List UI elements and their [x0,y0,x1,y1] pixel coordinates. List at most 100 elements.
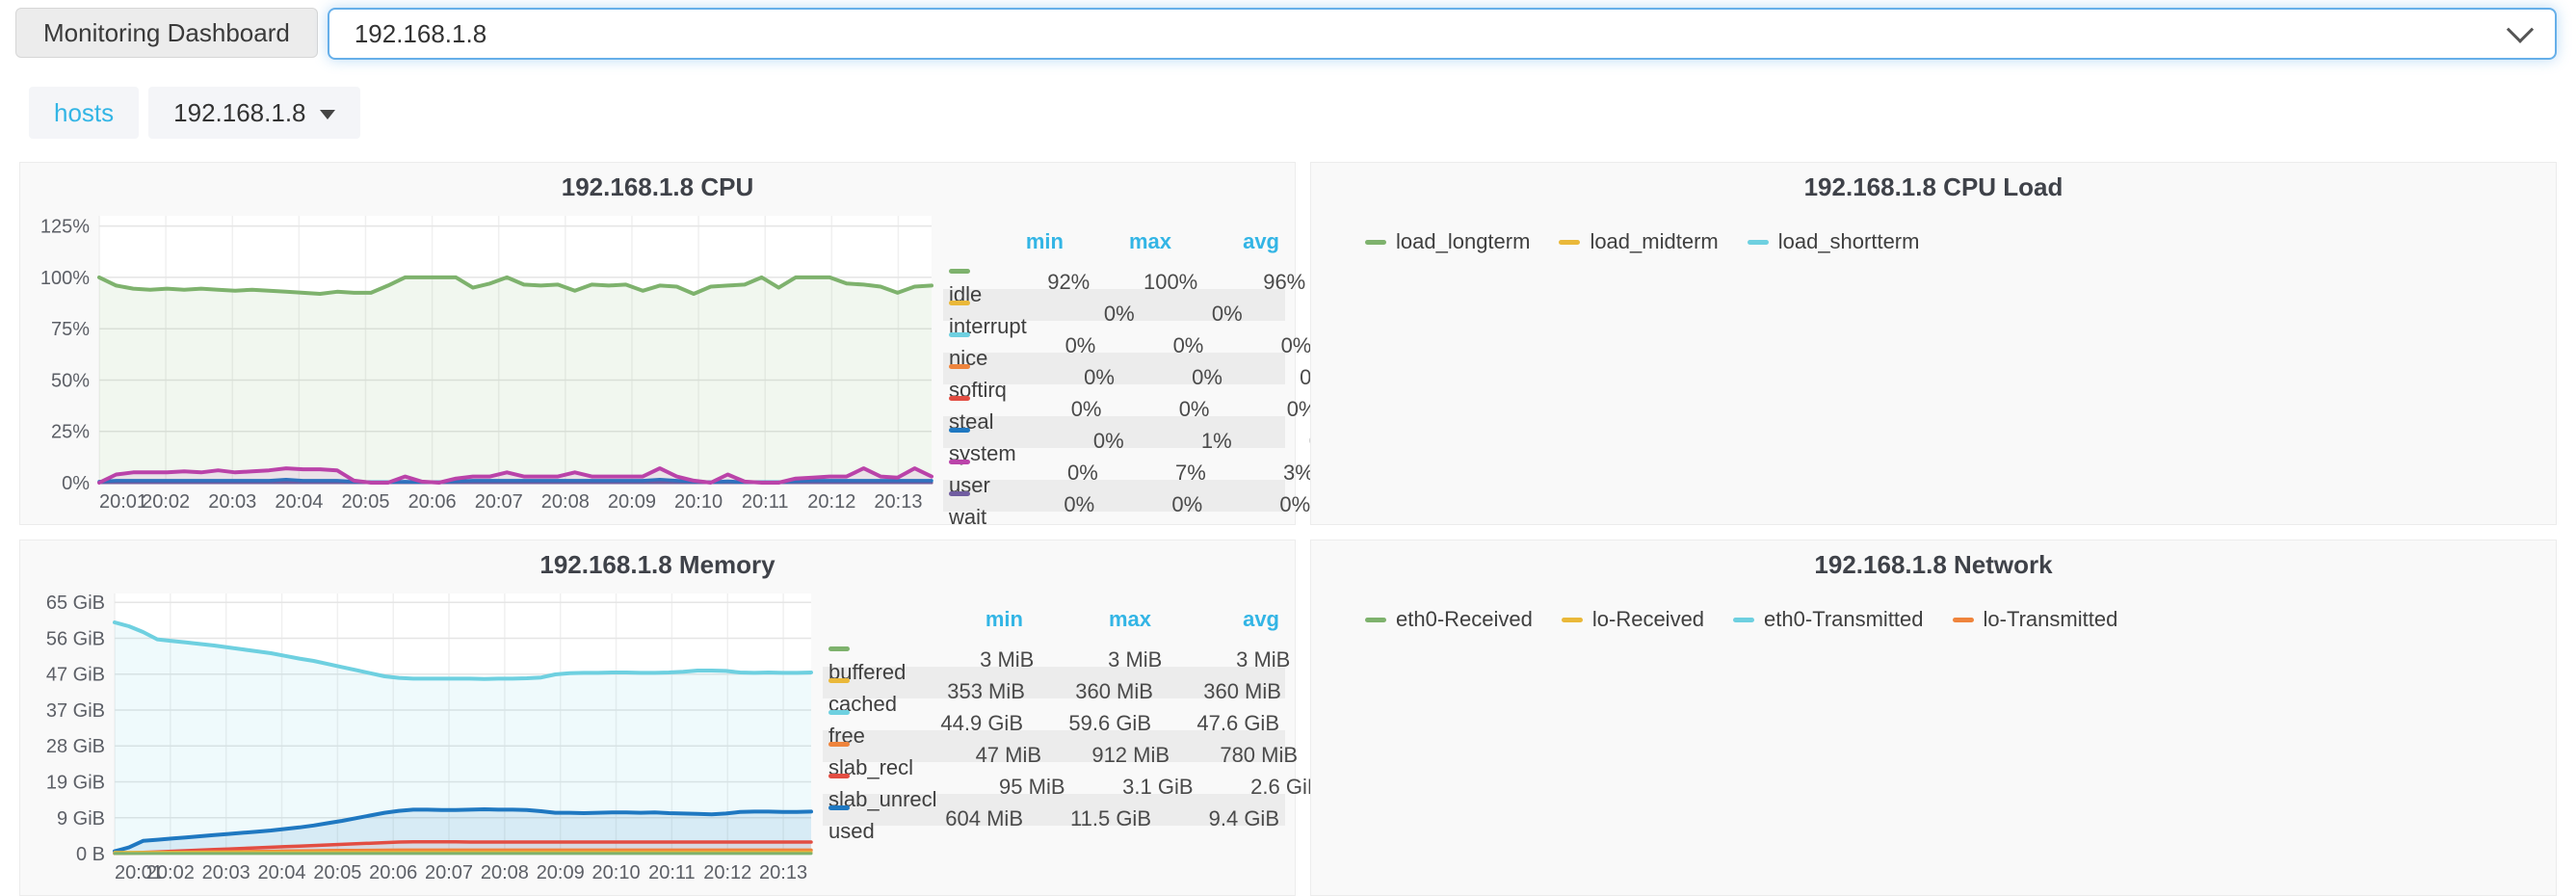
legend-col-min[interactable]: min [956,229,1064,254]
host-select-value: 192.168.1.8 [355,19,486,49]
legend-value-min: 3 MiB [906,647,1034,672]
y-tick-label: 0 B [76,844,105,865]
legend-row-idle[interactable]: idle92%100%96% [943,257,1285,289]
legend-value-max: 100% [1090,270,1197,295]
x-tick-label: 20:07 [425,862,473,883]
host-variable-value: 192.168.1.8 [173,98,305,128]
panel-memory: 192.168.1.8 Memory 20:0120:0220:0320:042… [19,540,1296,896]
x-tick-label: 20:04 [275,491,323,513]
series-color-icon [1365,240,1386,245]
hosts-link[interactable]: hosts [29,87,139,139]
cpu-legend: minmaxavgidle92%100%96%interrupt0%0%0%ni… [943,225,1285,512]
y-tick-label: 75% [51,319,90,340]
legend-item-eth0-Transmitted[interactable]: eth0-Transmitted [1733,607,1923,632]
x-tick-label: 20:09 [537,862,585,883]
x-tick-label: 20:13 [874,491,922,513]
legend-item-lo-Transmitted[interactable]: lo-Transmitted [1953,607,2118,632]
x-tick-label: 20:06 [408,491,457,513]
legend-value-min: 353 MiB [897,679,1025,704]
series-name: eth0-Received [1396,607,1533,632]
legend-value-min: 0% [1016,429,1124,454]
legend-value-max: 7% [1098,461,1206,486]
legend-value-min: 0% [986,492,1094,517]
series-color-icon [828,774,850,778]
legend-value-max: 0% [1095,333,1203,358]
host-variable-dropdown[interactable]: 192.168.1.8 [148,87,359,139]
legend-value-avg: 0% [1209,397,1317,422]
series-name: wait [949,505,986,529]
cpu-load-chart[interactable]: 20:0120:0220:0320:0420:0520:0620:0720:08… [1321,202,2546,220]
series-color-icon [949,396,970,401]
x-tick-label: 20:11 [648,862,696,883]
series-name: lo-Received [1592,607,1704,632]
app-title: Monitoring Dashboard [15,8,318,58]
y-tick-label: 65 GiB [46,593,105,614]
legend-value-max: 360 MiB [1025,679,1153,704]
legend-value-avg: 3% [1206,461,1314,486]
series-color-icon [949,332,970,337]
legend-row-buffered[interactable]: buffered3 MiB3 MiB3 MiB [823,635,1285,667]
panel-cpu-title[interactable]: 192.168.1.8 CPU [30,172,1285,202]
legend-col-max[interactable]: max [1064,229,1171,254]
legend-value-max: 11.5 GiB [1023,806,1151,831]
legend-value-min: 44.9 GiB [895,711,1023,736]
caret-down-icon [320,110,335,119]
series-color-icon [828,805,850,810]
series-color-icon [828,678,850,683]
x-tick-label: 20:10 [592,862,641,883]
legend-col-avg[interactable]: avg [1151,607,1279,632]
legend-value-max: 0% [1135,302,1243,327]
series-name: eth0-Transmitted [1764,607,1923,632]
panel-cpu-load-title[interactable]: 192.168.1.8 CPU Load [1321,172,2546,202]
memory-chart[interactable]: 20:0120:0220:0320:0420:0520:0620:0720:08… [30,580,823,886]
legend-item-load_shortterm[interactable]: load_shortterm [1748,229,1920,254]
cpu-chart[interactable]: 20:0120:0220:0320:0420:0520:0620:0720:08… [30,202,943,515]
y-tick-label: 50% [51,370,90,391]
legend-value-avg: 0% [1203,333,1311,358]
legend-col-max[interactable]: max [1023,607,1151,632]
series-color-icon [1365,618,1386,622]
legend-value-min: 604 MiB [895,806,1023,831]
x-tick-label: 20:09 [608,491,656,513]
legend-header: minmaxavg [943,225,1285,257]
x-tick-label: 20:06 [369,862,417,883]
y-tick-label: 9 GiB [57,808,105,830]
x-tick-label: 20:03 [208,491,256,513]
legend-value-avg: 9.4 GiB [1151,806,1279,831]
series-name: used [828,819,875,843]
legend-item-load_longterm[interactable]: load_longterm [1365,229,1530,254]
chevron-down-icon [2507,16,2534,43]
panel-memory-title[interactable]: 192.168.1.8 Memory [30,550,1285,580]
panel-network-title[interactable]: 192.168.1.8 Network [1321,550,2546,580]
y-tick-label: 25% [51,422,90,443]
panel-network: 192.168.1.8 Network 20:0120:0220:0320:04… [1310,540,2557,896]
legend-value-min: 95 MiB [937,775,1065,800]
series-color-icon [1559,240,1580,245]
legend-value-max: 3.1 GiB [1065,775,1194,800]
legend-item-load_midterm[interactable]: load_midterm [1559,229,1718,254]
legend-value-max: 912 MiB [1041,743,1170,768]
x-tick-label: 20:05 [341,491,389,513]
series-name: lo-Transmitted [1984,607,2118,632]
legend-col-avg[interactable]: avg [1171,229,1279,254]
x-tick-label: 20:12 [703,862,751,883]
host-select[interactable]: 192.168.1.8 [328,8,2557,60]
panel-cpu: 192.168.1.8 CPU 20:0120:0220:0320:0420:0… [19,162,1296,525]
legend-value-min: 0% [990,461,1098,486]
x-tick-label: 20:02 [146,862,195,883]
network-chart[interactable]: 20:0120:0220:0320:0420:0520:0620:0720:08… [1321,580,2546,597]
legend-value-max: 0% [1094,492,1202,517]
x-tick-label: 20:02 [142,491,190,513]
legend-value-min: 0% [1027,302,1135,327]
series-name: load_midterm [1590,229,1718,254]
x-tick-label: 20:08 [541,491,590,513]
legend-item-lo-Received[interactable]: lo-Received [1562,607,1704,632]
legend-col-min[interactable]: min [895,607,1023,632]
legend-value-avg: 780 MiB [1170,743,1298,768]
legend-value-avg: 96% [1197,270,1305,295]
series-color-icon [949,428,970,433]
legend-item-eth0-Received[interactable]: eth0-Received [1365,607,1533,632]
y-tick-label: 19 GiB [46,772,105,793]
memory-legend: minmaxavgbuffered3 MiB3 MiB3 MiBcached35… [823,603,1285,826]
y-tick-label: 100% [40,268,90,289]
